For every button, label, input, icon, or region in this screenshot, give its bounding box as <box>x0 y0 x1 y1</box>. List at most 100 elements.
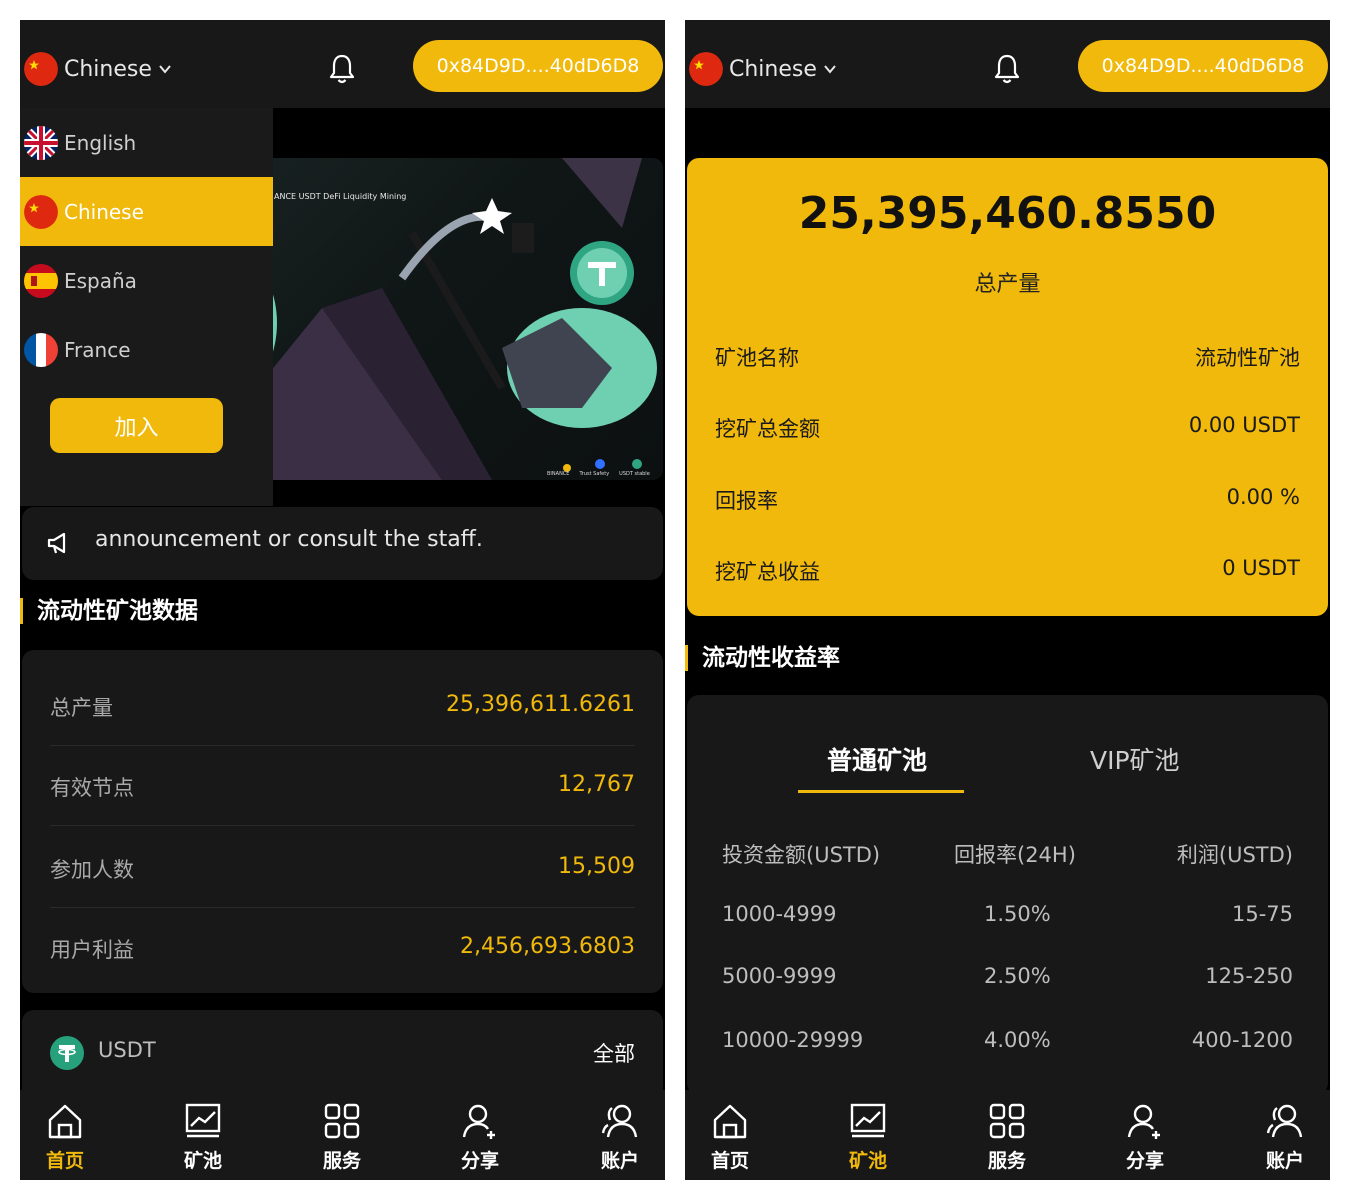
bottom-nav: 首页 矿池 服务 分享 账户 <box>20 1090 665 1180</box>
total-output-value: 25,395,460.8550 <box>798 188 1217 239</box>
stat-label: 有效节点 <box>50 776 134 800</box>
trust-logo: Trust Safety <box>579 471 610 477</box>
banner-brand: ANCE <box>274 192 297 201</box>
nav-label: 服务 <box>987 1150 1026 1172</box>
stat-value: 12,767 <box>558 772 635 797</box>
nav-home[interactable]: 首页 <box>695 1100 765 1176</box>
uk-flag-icon <box>24 125 58 160</box>
nav-label: 服务 <box>322 1150 361 1172</box>
nav-mining-pool[interactable]: 矿池 <box>168 1100 238 1176</box>
cell-profit: 15-75 <box>1231 902 1293 926</box>
chart-icon <box>850 1103 886 1138</box>
language-selector[interactable]: Chinese <box>689 51 837 87</box>
language-option-spain[interactable]: España <box>20 246 273 315</box>
mining-row-label: 挖矿总收益 <box>715 560 820 584</box>
nav-mining-pool[interactable]: 矿池 <box>833 1100 903 1176</box>
cell-investment: 10000-29999 <box>722 1028 864 1052</box>
pool-stats-card: 总产量 25,396,611.6261 有效节点 12,767 参加人数 15,… <box>22 650 663 993</box>
pool-data-title: 流动性矿池数据 <box>20 598 198 624</box>
nav-service[interactable]: 服务 <box>307 1100 377 1176</box>
table-row: 5000-9999 2.50% 125-250 <box>722 964 1293 994</box>
home-icon <box>48 1104 82 1139</box>
bell-icon[interactable] <box>328 53 356 85</box>
tab-normal-pool[interactable]: 普通矿池 <box>827 741 927 777</box>
stat-row-total-output: 总产量 25,396,611.6261 <box>50 666 635 746</box>
grid-icon <box>324 1103 360 1139</box>
china-flag-icon <box>24 194 58 229</box>
nav-label: 首页 <box>710 1150 749 1172</box>
language-dropdown: English Chinese España France 加入 <box>20 108 273 506</box>
mining-row-pool-name: 矿池名称 流动性矿池 <box>715 338 1300 378</box>
stat-value: 25,396,611.6261 <box>446 692 635 717</box>
grid-icon <box>989 1103 1025 1139</box>
mining-row-value: 0 USDT <box>1222 556 1300 580</box>
cell-investment: 5000-9999 <box>722 964 837 988</box>
spain-flag-icon <box>24 263 58 298</box>
stat-row-participants: 参加人数 15,509 <box>50 828 635 908</box>
nav-home[interactable]: 首页 <box>30 1100 100 1176</box>
nav-label: 账户 <box>600 1150 639 1172</box>
header-investment: 投资金额(USTD) <box>722 843 881 867</box>
mining-row-total-amount: 挖矿总金额 0.00 USDT <box>715 409 1300 449</box>
mining-row-value: 流动性矿池 <box>1195 346 1300 370</box>
tab-vip-pool[interactable]: VIP矿池 <box>1090 741 1180 777</box>
language-option-label: English <box>64 130 137 155</box>
nav-label: 账户 <box>1265 1150 1304 1172</box>
nav-service[interactable]: 服务 <box>972 1100 1042 1176</box>
nav-label: 分享 <box>1125 1150 1164 1172</box>
stat-value: 15,509 <box>558 854 635 879</box>
bell-icon[interactable] <box>993 53 1021 85</box>
chart-icon <box>185 1103 221 1138</box>
language-option-chinese[interactable]: Chinese <box>20 177 273 246</box>
stat-label: 总产量 <box>50 696 113 720</box>
header-return-rate: 回报率(24H) <box>954 843 1076 867</box>
language-option-label: Chinese <box>64 199 144 224</box>
stat-label: 用户利益 <box>50 938 134 962</box>
nav-label: 分享 <box>460 1150 499 1172</box>
banner-title: ANCE USDT DeFi Liquidity Mining <box>274 192 406 201</box>
language-label: Chinese <box>64 56 152 82</box>
cell-return-rate: 4.00% <box>984 1028 1051 1052</box>
top-header: Chinese 0x84D9D....40dD6D8 <box>685 20 1330 108</box>
view-all-link[interactable]: 全部 <box>593 1038 635 1068</box>
language-selector[interactable]: Chinese <box>24 51 172 87</box>
mining-row-return-rate: 回报率 0.00 % <box>715 481 1300 521</box>
cell-investment: 1000-4999 <box>722 902 837 926</box>
stat-label: 参加人数 <box>50 858 134 882</box>
wallet-address-button[interactable]: 0x84D9D....40dD6D8 <box>413 40 663 92</box>
usdt-logo-label: USDT stable <box>619 471 650 477</box>
mining-row-label: 回报率 <box>715 489 778 513</box>
nav-label: 矿池 <box>183 1150 222 1172</box>
total-output-label: 总产量 <box>974 272 1041 297</box>
binance-logo: BINANCE <box>547 471 570 477</box>
home-screen: Chinese 0x84D9D....40dD6D8 ANCE USDT DeF… <box>20 20 665 1180</box>
language-option-france[interactable]: France <box>20 315 273 384</box>
users-icon <box>601 1104 638 1138</box>
nav-account[interactable]: 账户 <box>1250 1100 1320 1176</box>
tether-icon <box>50 1036 84 1070</box>
mining-row-label: 挖矿总金额 <box>715 417 820 441</box>
users-icon <box>1266 1104 1303 1138</box>
announcement-bar[interactable]: announcement or consult the staff. <box>22 507 663 580</box>
join-button[interactable]: 加入 <box>50 398 223 453</box>
mining-row-label: 矿池名称 <box>715 346 799 370</box>
user-add-icon <box>462 1104 495 1139</box>
nav-account[interactable]: 账户 <box>585 1100 655 1176</box>
nav-share[interactable]: 分享 <box>1110 1100 1180 1176</box>
wallet-address-button[interactable]: 0x84D9D....40dD6D8 <box>1078 40 1328 92</box>
announcement-text: announcement or consult the staff. <box>95 527 483 552</box>
language-option-label: España <box>64 268 137 293</box>
mining-row-value: 0.00 USDT <box>1188 413 1300 437</box>
yield-table-header: 投资金额(USTD) 回报率(24H) 利润(USTD) <box>722 839 1293 869</box>
table-row: 1000-4999 1.50% 15-75 <box>722 902 1293 932</box>
cell-return-rate: 1.50% <box>984 902 1051 926</box>
language-label: Chinese <box>729 56 817 82</box>
mining-row-value: 0.00 % <box>1226 485 1300 509</box>
banner-logos: BINANCE Trust Safety USDT stable <box>547 471 650 477</box>
chevron-down-icon <box>824 65 836 74</box>
stat-value: 2,456,693.6803 <box>460 934 635 959</box>
nav-share[interactable]: 分享 <box>445 1100 515 1176</box>
nav-label: 矿池 <box>848 1150 887 1172</box>
language-option-english[interactable]: English <box>20 108 273 177</box>
megaphone-icon <box>47 532 66 554</box>
